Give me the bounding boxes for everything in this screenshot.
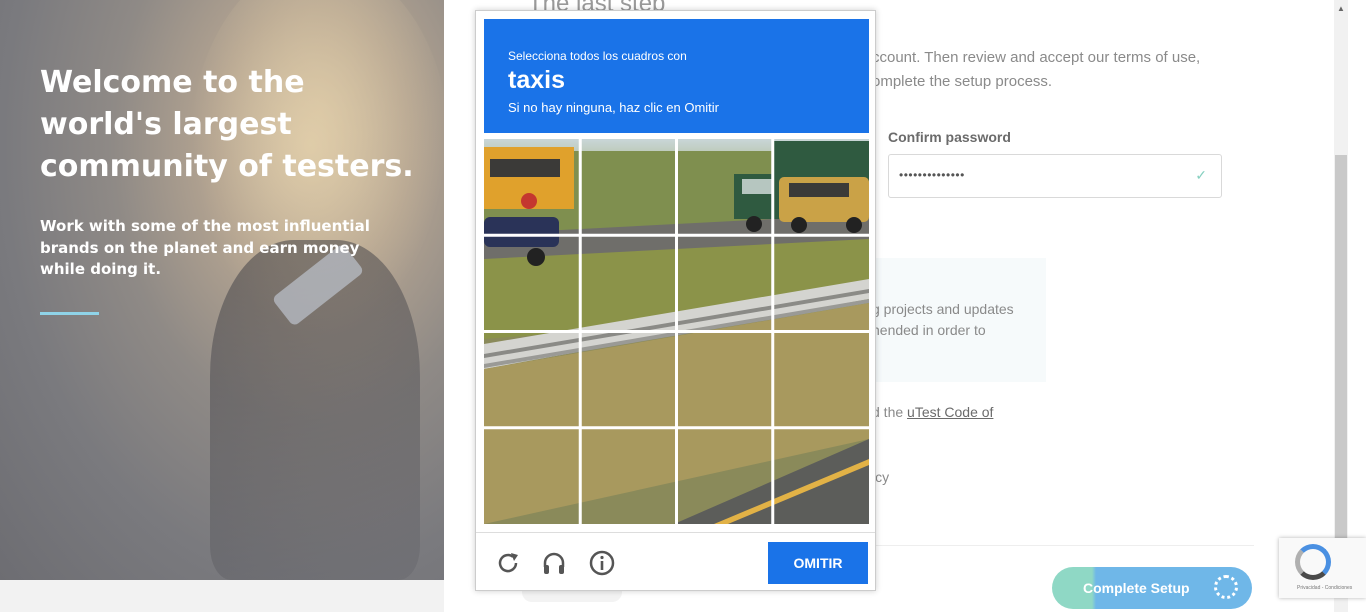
captcha-lead: Selecciona todos los cuadros con <box>508 49 687 63</box>
hero-accent-line <box>40 312 99 315</box>
recaptcha-logo-icon <box>1295 544 1331 580</box>
captcha-tile-11[interactable] <box>678 333 773 428</box>
captcha-hint: Si no hay ninguna, haz clic en Omitir <box>508 100 719 115</box>
complete-setup-label: Complete Setup <box>1083 580 1190 596</box>
loading-spinner-icon <box>1214 575 1238 599</box>
captcha-tile-1[interactable] <box>484 139 579 234</box>
scrollbar[interactable]: ▲ <box>1334 0 1348 612</box>
captcha-tile-13[interactable] <box>484 429 579 524</box>
intro-text: ccount. Then review and accept our terms… <box>872 49 1201 90</box>
captcha-tile-4[interactable] <box>774 139 869 234</box>
code-of-conduct-text: d the uTest Code of <box>872 404 993 420</box>
check-icon: ✓ <box>1195 167 1207 183</box>
info-icon[interactable] <box>588 549 616 577</box>
captcha-footer-divider <box>476 532 875 533</box>
confirm-password-field[interactable]: •••••••••••••• ✓ <box>888 154 1222 198</box>
code-of-conduct-link[interactable]: uTest Code of <box>907 404 993 420</box>
headphones-icon[interactable] <box>540 549 568 577</box>
hero-panel: Welcome to the world's largest community… <box>0 0 444 580</box>
captcha-tile-7[interactable] <box>678 236 773 331</box>
captcha-tile-8[interactable] <box>774 236 869 331</box>
captcha-object: taxis <box>508 66 565 94</box>
captcha-tile-5[interactable] <box>484 236 579 331</box>
confirm-password-label: Confirm password <box>888 129 1011 145</box>
captcha-tile-15[interactable] <box>678 429 773 524</box>
confirm-password-value: •••••••••••••• <box>899 168 965 182</box>
right-gutter <box>1348 0 1366 612</box>
skip-button[interactable]: OMITIR <box>768 542 868 584</box>
hero-subtext: Work with some of the most influential b… <box>40 217 370 278</box>
captcha-image-grid <box>484 139 869 524</box>
captcha-tile-2[interactable] <box>581 139 676 234</box>
scroll-up-icon[interactable]: ▲ <box>1337 4 1345 13</box>
captcha-tile-6[interactable] <box>581 236 676 331</box>
captcha-header: Selecciona todos los cuadros con taxis S… <box>484 19 869 133</box>
recaptcha-fine-print: Privacidad - Condiciones <box>1297 585 1353 591</box>
scrollbar-thumb[interactable] <box>1335 155 1347 540</box>
captcha-tile-10[interactable] <box>581 333 676 428</box>
recaptcha-badge[interactable]: Privacidad - Condiciones <box>1279 538 1366 598</box>
divider <box>870 545 1254 546</box>
info-text: g projects and updates nended in order t… <box>872 301 1014 338</box>
reload-icon[interactable] <box>494 549 522 577</box>
captcha-tile-16[interactable] <box>774 429 869 524</box>
code-text-prefix: d the <box>872 404 908 420</box>
captcha-tile-12[interactable] <box>774 333 869 428</box>
captcha-tile-3[interactable] <box>678 139 773 234</box>
complete-setup-button[interactable]: Complete Setup <box>1052 567 1252 609</box>
captcha-tile-9[interactable] <box>484 333 579 428</box>
captcha-dialog: Selecciona todos los cuadros con taxis S… <box>475 10 876 591</box>
captcha-tile-14[interactable] <box>581 429 676 524</box>
hero-heading: Welcome to the world's largest community… <box>40 65 414 184</box>
